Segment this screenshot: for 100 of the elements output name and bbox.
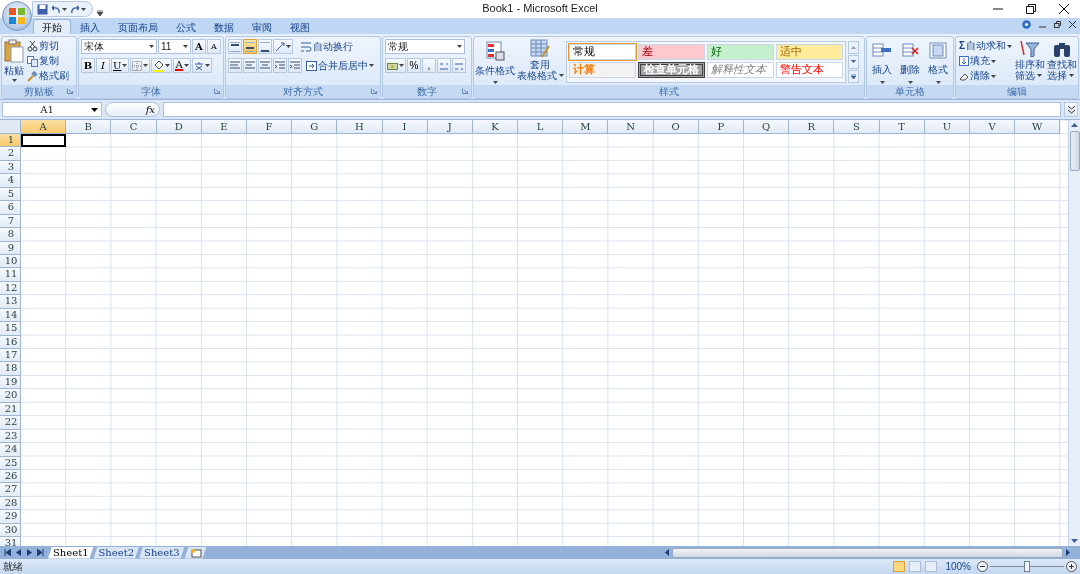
row-header[interactable]: 13 <box>0 295 21 309</box>
column-header[interactable]: D <box>156 120 202 134</box>
restore-icon[interactable] <box>1054 21 1061 28</box>
increase-indent-button[interactable] <box>288 58 302 73</box>
format-cells-button[interactable]: 格式 <box>925 39 951 83</box>
row-header[interactable]: 2 <box>0 147 21 161</box>
shrink-font-button[interactable]: A <box>207 39 221 54</box>
formula-input[interactable] <box>163 102 1061 117</box>
column-header[interactable]: K <box>472 120 519 134</box>
currency-button[interactable] <box>385 58 406 73</box>
slider-thumb[interactable] <box>1024 561 1030 572</box>
row-header[interactable]: 22 <box>0 416 21 430</box>
font-color-button[interactable]: A <box>173 58 191 73</box>
previous-sheet-icon[interactable] <box>15 549 22 556</box>
row-header[interactable]: 20 <box>0 389 21 403</box>
cell-style-option[interactable]: 解释性文本 <box>707 62 774 78</box>
cell-style-option[interactable]: 适中 <box>776 44 843 60</box>
column-header[interactable]: B <box>66 120 112 134</box>
row-header[interactable]: 11 <box>0 268 21 282</box>
help-icon[interactable] <box>1022 20 1031 29</box>
close-icon[interactable] <box>1069 21 1076 28</box>
ribbon-tab[interactable]: 页面布局 <box>109 19 167 34</box>
cut-button[interactable]: 剪切 <box>26 39 70 53</box>
ribbon-tab[interactable]: 开始 <box>33 19 71 34</box>
font-size-field[interactable]: 11 <box>158 39 191 54</box>
grow-font-button[interactable]: A <box>192 39 206 54</box>
italic-button[interactable]: I <box>96 58 110 73</box>
ribbon-tab[interactable]: 插入 <box>71 19 109 34</box>
next-sheet-icon[interactable] <box>26 549 33 556</box>
cell-style-option[interactable]: 常规 <box>569 44 636 60</box>
percent-button[interactable]: % <box>407 58 421 73</box>
conditional-formatting-button[interactable]: 条件格式 <box>476 39 514 83</box>
zoom-in-icon[interactable] <box>1066 561 1077 572</box>
cell-style-option[interactable]: 好 <box>707 44 774 60</box>
column-header[interactable]: I <box>382 120 428 134</box>
expand-formula-bar-button[interactable] <box>1064 102 1078 117</box>
fill-color-button[interactable] <box>151 58 173 73</box>
sort-filter-button[interactable]: 排序和 筛选 <box>1015 39 1045 83</box>
bottom-align-button[interactable] <box>258 39 272 54</box>
increase-decimal-button[interactable] <box>437 58 451 73</box>
fill-button[interactable]: 填充 <box>958 54 1013 68</box>
insert-function-button[interactable]: fx <box>105 102 160 117</box>
office-button[interactable] <box>2 1 32 31</box>
column-header[interactable]: J <box>427 120 473 134</box>
column-header[interactable]: W <box>1015 120 1061 134</box>
top-align-button[interactable] <box>228 39 242 54</box>
column-header[interactable]: S <box>834 120 880 134</box>
paste-button[interactable]: 粘贴 <box>4 39 24 83</box>
column-header[interactable]: O <box>653 120 699 134</box>
underline-button[interactable]: U <box>111 58 130 73</box>
column-header[interactable]: C <box>111 120 157 134</box>
find-select-button[interactable]: 查找和 选择 <box>1047 39 1077 83</box>
format-painter-button[interactable]: 格式刷 <box>26 69 70 83</box>
scrollbar-thumb[interactable] <box>672 547 1063 558</box>
cell-style-option[interactable]: 警告文本 <box>776 62 843 78</box>
middle-align-button[interactable] <box>243 39 257 54</box>
copy-button[interactable]: 复制 <box>26 54 70 68</box>
dialog-launcher-icon[interactable] <box>371 88 377 94</box>
last-sheet-icon[interactable] <box>37 549 44 556</box>
bold-button[interactable]: B <box>81 58 95 73</box>
insert-cells-button[interactable]: 插入 <box>869 39 895 83</box>
column-header[interactable]: L <box>518 120 564 134</box>
column-header[interactable]: T <box>879 120 925 134</box>
scrollbar-thumb[interactable] <box>1069 131 1080 171</box>
vertical-scrollbar[interactable] <box>1068 120 1080 546</box>
row-header[interactable]: 1 <box>0 134 21 148</box>
row-header[interactable]: 27 <box>0 483 21 497</box>
row-header[interactable]: 6 <box>0 201 21 215</box>
column-header[interactable]: R <box>789 120 835 134</box>
number-format-field[interactable]: 常规 <box>385 39 465 54</box>
column-header[interactable]: A <box>21 120 67 134</box>
phonetic-button[interactable] <box>191 58 212 73</box>
autosum-button[interactable]: Σ自动求和 <box>958 39 1013 53</box>
dialog-launcher-icon[interactable] <box>67 88 73 94</box>
gallery-scroll-down-button[interactable] <box>848 55 859 69</box>
column-header[interactable]: E <box>201 120 247 134</box>
column-header[interactable]: F <box>246 120 293 134</box>
column-header[interactable]: H <box>337 120 383 134</box>
comma-button[interactable]: , <box>422 58 436 73</box>
new-sheet-button[interactable] <box>184 546 207 559</box>
row-header[interactable]: 24 <box>0 443 21 457</box>
column-header[interactable]: G <box>292 120 338 134</box>
orientation-button[interactable] <box>273 39 293 54</box>
row-header[interactable]: 18 <box>0 362 21 376</box>
borders-button[interactable] <box>130 58 151 73</box>
dialog-launcher-icon[interactable] <box>214 88 220 94</box>
column-header[interactable]: Q <box>744 120 790 134</box>
ribbon-tab[interactable]: 公式 <box>167 19 205 34</box>
row-header[interactable]: 4 <box>0 174 21 188</box>
column-header[interactable]: P <box>698 120 744 134</box>
merge-center-button[interactable]: 合并后居中 <box>305 58 375 73</box>
sheet-tab[interactable]: Sheet3 <box>139 546 185 559</box>
format-as-table-button[interactable]: 套用 表格格式 <box>516 39 564 83</box>
column-header[interactable]: N <box>608 120 654 134</box>
clear-button[interactable]: 清除 <box>958 69 1013 83</box>
dialog-launcher-icon[interactable] <box>462 88 468 94</box>
row-header[interactable]: 8 <box>0 228 21 242</box>
wrap-text-button[interactable]: 自动换行 <box>300 39 354 54</box>
column-header[interactable]: M <box>563 120 609 134</box>
zoom-slider[interactable] <box>990 561 1064 572</box>
